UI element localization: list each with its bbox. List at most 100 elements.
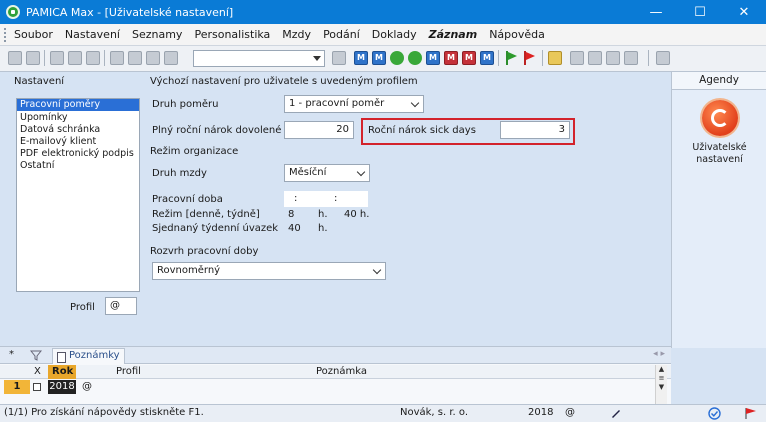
status-company: Novák, s. r. o.	[400, 407, 469, 418]
filter-red-icon[interactable]	[524, 51, 538, 65]
save-icon[interactable]	[128, 51, 142, 65]
menu-nastaveni[interactable]: Nastavení	[65, 28, 120, 41]
tools-icon[interactable]	[656, 51, 670, 65]
panel-icon[interactable]	[624, 51, 638, 65]
print-icon[interactable]	[86, 51, 100, 65]
toolbar-separator	[542, 50, 543, 66]
toolbar-separator	[44, 50, 45, 66]
pen-icon[interactable]	[610, 407, 622, 419]
edit-record-icon[interactable]	[26, 51, 40, 65]
columns-icon[interactable]	[606, 51, 620, 65]
mail-icon[interactable]: M	[372, 51, 386, 65]
check-circle-icon[interactable]	[708, 407, 721, 420]
nav-item-datova-schranka[interactable]: Datová schránka	[17, 124, 139, 135]
dropdown-arrow-icon	[313, 56, 321, 61]
settings-nav-list[interactable]: Pracovní poměry Upomínky Datová schránka…	[16, 98, 140, 292]
maximize-button[interactable]: ☐	[678, 0, 722, 24]
report-red-icon[interactable]: M	[444, 51, 458, 65]
menu-soubor[interactable]: Soubor	[14, 28, 53, 41]
mail-merge-icon[interactable]: M	[354, 51, 368, 65]
flag-icon[interactable]	[744, 407, 758, 420]
user-settings-icon[interactable]	[702, 100, 738, 136]
nav-item-ostatni[interactable]: Ostatní	[17, 160, 139, 171]
chevron-down-icon	[410, 98, 420, 108]
druh-pomeru-label: Druh poměru	[152, 99, 219, 110]
menu-personalistika[interactable]: Personalistika	[194, 28, 270, 41]
rozvrh-select[interactable]: Rovnoměrný	[152, 262, 386, 280]
menu-doklady[interactable]: Doklady	[372, 28, 417, 41]
pracovni-doba-field[interactable]: : :	[284, 191, 368, 207]
menu-napoveda[interactable]: Nápověda	[489, 28, 545, 41]
col-x[interactable]: X	[34, 365, 41, 379]
person-green-icon[interactable]	[390, 51, 404, 65]
tab-nav-arrows[interactable]: ◂ ▸	[653, 349, 665, 359]
druh-mzdy-value: Měsíční	[289, 167, 327, 178]
sick-days-label: Roční nárok sick days	[368, 125, 476, 136]
druh-pomeru-value: 1 - pracovní poměr	[289, 98, 385, 109]
page-icon[interactable]	[110, 51, 124, 65]
list-icon[interactable]	[588, 51, 602, 65]
row-profil[interactable]: @	[82, 380, 92, 394]
table-row[interactable]: 1 2018 @	[0, 380, 671, 394]
report-m-icon[interactable]: M	[426, 51, 440, 65]
person-orange-icon[interactable]	[408, 51, 422, 65]
col-profil[interactable]: Profil	[116, 365, 141, 379]
col-poznamka[interactable]: Poznámka	[316, 365, 367, 379]
sort-icon[interactable]	[332, 51, 346, 65]
status-year: 2018	[528, 407, 554, 418]
window-icon[interactable]	[570, 51, 584, 65]
nav-item-pdf-podpis[interactable]: PDF elektronický podpis	[17, 148, 139, 159]
report-blue-icon[interactable]: M	[480, 51, 494, 65]
print-preview-icon[interactable]	[68, 51, 82, 65]
toolbar-separator	[648, 50, 649, 66]
close-button[interactable]: ✕	[722, 0, 766, 24]
status-profil: @	[565, 407, 575, 418]
minimize-button[interactable]: —	[634, 0, 678, 24]
section-title: Výchozí nastavení pro uživatele s uveden…	[150, 76, 418, 87]
delete-icon[interactable]	[164, 51, 178, 65]
folder-icon[interactable]	[548, 51, 562, 65]
tab-poznamky[interactable]: Poznámky	[52, 348, 125, 364]
save-all-icon[interactable]	[146, 51, 160, 65]
menu-seznamy[interactable]: Seznamy	[132, 28, 182, 41]
druh-pomeru-select[interactable]: 1 - pracovní poměr	[284, 95, 424, 113]
druh-mzdy-select[interactable]: Měsíční	[284, 164, 370, 182]
toolbar-separator	[498, 50, 499, 66]
agendy-panel: Agendy Uživatelské nastavení	[671, 72, 766, 348]
chevron-down-icon	[356, 167, 366, 177]
nav-item-emailovy-klient[interactable]: E-mailový klient	[17, 136, 139, 147]
row-rok[interactable]: 2018	[48, 380, 76, 394]
menu-zaznam[interactable]: Záznam	[429, 28, 478, 41]
new-record-icon[interactable]	[8, 51, 22, 65]
menu-mzdy[interactable]: Mzdy	[282, 28, 311, 41]
new-row-star[interactable]: *	[9, 349, 14, 360]
filter-green-icon[interactable]	[506, 51, 520, 65]
sick-days-input[interactable]: 3	[500, 121, 570, 139]
nav-item-upominky[interactable]: Upomínky	[17, 112, 139, 123]
agendy-item-label[interactable]: Uživatelské nastavení	[672, 142, 766, 166]
report-red2-icon[interactable]: M	[462, 51, 476, 65]
rezim-denne-unit: h.	[318, 209, 328, 220]
notes-panel: * Poznámky ◂ ▸ X Rok Profil Poznámka 1 2…	[0, 346, 671, 405]
filter-icon[interactable]	[30, 350, 42, 361]
menu-podani[interactable]: Podání	[323, 28, 360, 41]
grid-scrollbar[interactable]: ▲ ≡ ▼	[655, 365, 667, 405]
grid-header: X Rok Profil Poznámka	[0, 365, 671, 379]
profil-field[interactable]: @	[105, 297, 137, 315]
settings-form: Výchozí nastavení pro uživatele s uveden…	[148, 76, 668, 338]
plny-narok-input[interactable]: 20	[284, 121, 354, 139]
sjednany-uvazek-unit: h.	[318, 223, 328, 234]
sjednany-uvazek-value[interactable]: 40	[288, 223, 301, 234]
rozvrh-value: Rovnoměrný	[157, 265, 221, 276]
col-rok[interactable]: Rok	[48, 365, 76, 379]
druh-mzdy-label: Druh mzdy	[152, 168, 207, 179]
agendy-header: Agendy	[672, 72, 766, 90]
copy-icon[interactable]	[50, 51, 64, 65]
rezim-denne-value[interactable]: 8	[288, 209, 294, 220]
nav-item-pracovni-pomery[interactable]: Pracovní poměry	[17, 99, 139, 111]
row-checkbox[interactable]	[33, 383, 41, 391]
rezim-tydne-value[interactable]: 40 h.	[344, 209, 369, 220]
toolbar-filter-select[interactable]	[193, 50, 325, 67]
rozvrh-label: Rozvrh pracovní doby	[150, 246, 259, 257]
toolbar-separator	[104, 50, 105, 66]
